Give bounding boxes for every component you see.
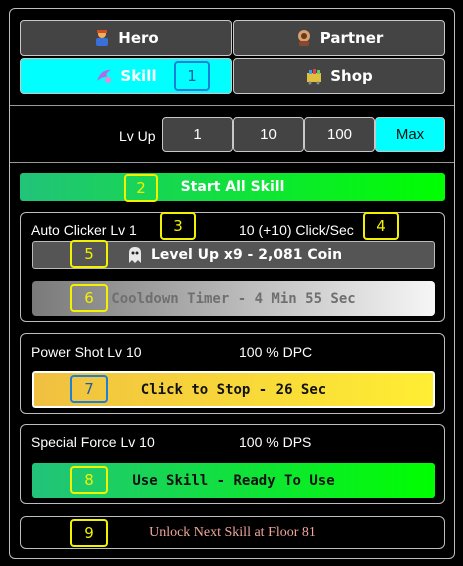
annotation-badge: 3: [160, 212, 196, 240]
lvup-max-button[interactable]: Max: [375, 117, 445, 152]
annotation-badge: 1: [174, 61, 210, 91]
start-all-skill-label: Start All Skill: [180, 179, 285, 195]
level-up-label: Level Up x9 - 2,081 Coin: [150, 247, 343, 263]
skill-stat: 10 (+10) Click/Sec: [239, 222, 354, 238]
tab-hero[interactable]: Hero: [20, 20, 232, 56]
hero-icon: [96, 30, 109, 46]
start-all-skill-button[interactable]: Start All Skill: [20, 173, 445, 201]
shop-icon: [307, 69, 322, 85]
lvup-1-button[interactable]: 1: [162, 117, 233, 152]
tab-skill-label: Skill: [120, 67, 157, 85]
use-skill-label: Use Skill - Ready To Use: [132, 472, 335, 489]
annotation-badge: 2: [124, 174, 158, 202]
tab-partner-label: Partner: [319, 29, 384, 47]
annotation-badge: 6: [70, 284, 108, 312]
annotation-badge: 8: [70, 466, 108, 494]
tab-hero-label: Hero: [118, 29, 159, 47]
power-shot-action-label: Click to Stop - 26 Sec: [140, 381, 327, 398]
skill-icon: [97, 69, 112, 83]
skill-name: Auto Clicker Lv 1: [31, 222, 137, 238]
divider: [10, 162, 454, 163]
unlock-next-skill-label: Unlock Next Skill at Floor 81: [149, 524, 316, 540]
annotation-badge: 9: [70, 519, 108, 547]
skill-stat: 100 % DPC: [239, 344, 313, 360]
skill-stat: 100 % DPS: [239, 434, 312, 450]
skill-name: Special Force Lv 10: [31, 434, 155, 450]
tab-shop[interactable]: Shop: [233, 58, 445, 94]
divider: [10, 105, 454, 106]
ghost-icon: [128, 247, 141, 263]
annotation-badge: 5: [70, 240, 108, 268]
lvup-label: Lv Up: [119, 128, 156, 144]
cooldown-label: Cooldown Timer - 4 Min 55 Sec: [111, 290, 356, 307]
lvup-10-button[interactable]: 10: [233, 117, 304, 152]
lvup-100-button[interactable]: 100: [304, 117, 375, 152]
skill-name: Power Shot Lv 10: [31, 344, 142, 360]
partner-icon: [297, 30, 310, 46]
annotation-badge: 7: [70, 375, 108, 403]
annotation-badge: 4: [363, 212, 399, 240]
tab-shop-label: Shop: [330, 67, 373, 85]
tab-partner[interactable]: Partner: [233, 20, 445, 56]
